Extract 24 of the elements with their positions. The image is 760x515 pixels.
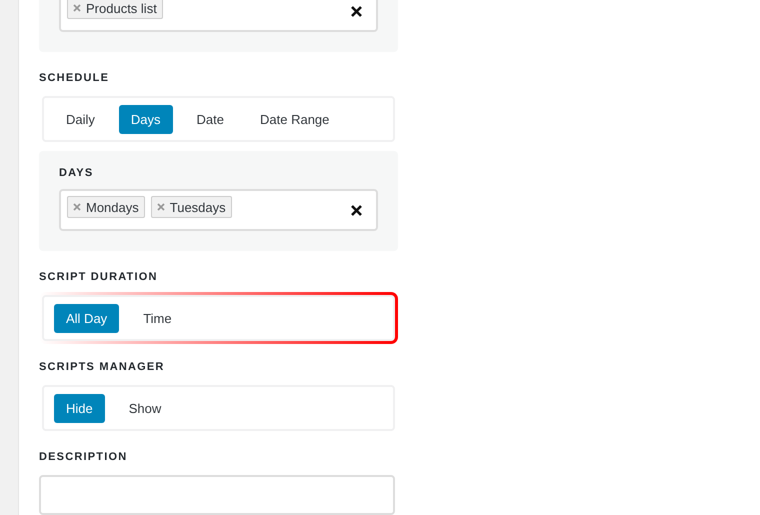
tag-field[interactable]: Products list: [59, 0, 378, 32]
tag-label: Products list: [86, 0, 157, 16]
description-field[interactable]: [39, 475, 395, 515]
section-label: SCRIPTS MANAGER: [39, 361, 166, 373]
tag-label: Mondays: [86, 200, 139, 214]
section-label: SCRIPT DURATION: [39, 271, 159, 283]
remove-icon[interactable]: [156, 203, 165, 211]
segment-option[interactable]: Date: [184, 104, 236, 134]
clear-icon[interactable]: [351, 205, 362, 216]
segment-option[interactable]: Date Range: [248, 104, 342, 134]
segment-option[interactable]: Daily: [54, 104, 107, 134]
tag-label: Tuesdays: [170, 200, 226, 214]
field-label: DAYS: [59, 167, 94, 179]
remove-icon[interactable]: [73, 4, 81, 12]
segment-option[interactable]: All Day: [54, 304, 120, 332]
segment-option[interactable]: Days: [118, 104, 173, 134]
segment-option[interactable]: Show: [116, 394, 174, 422]
section-label: SCHEDULE: [39, 72, 110, 84]
clear-icon[interactable]: [351, 6, 362, 17]
segment-option[interactable]: Time: [131, 304, 184, 332]
remove-icon[interactable]: [73, 203, 81, 211]
section-label: DESCRIPTION: [39, 451, 128, 463]
tag-field[interactable]: Mondays Tuesdays: [59, 189, 378, 231]
segment-option[interactable]: Hide: [54, 394, 105, 422]
